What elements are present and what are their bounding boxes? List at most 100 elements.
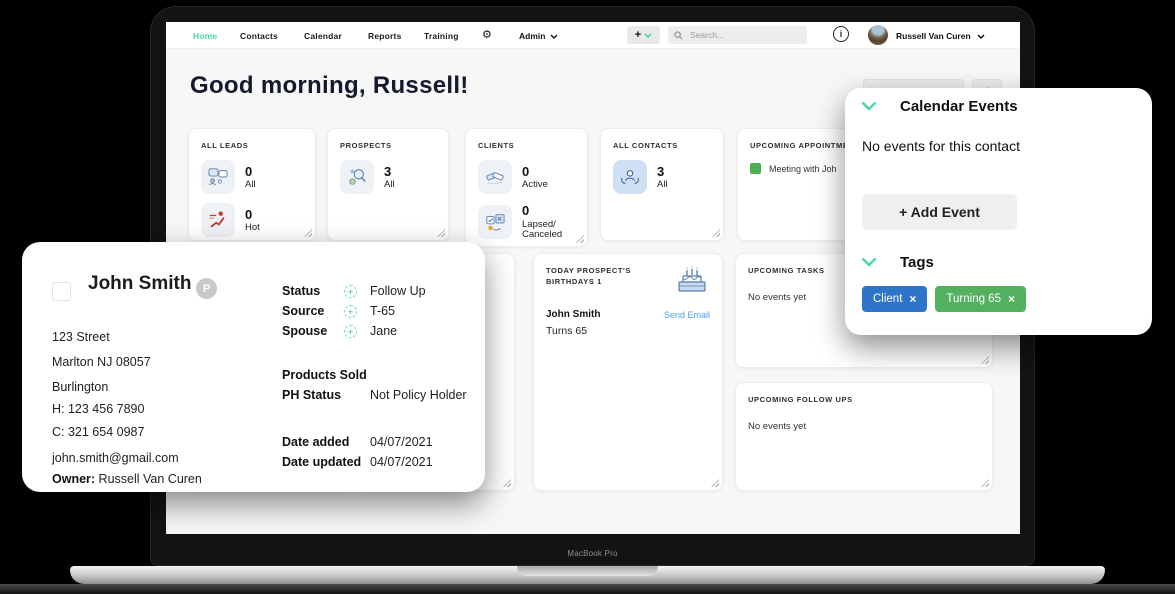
tags-toggle[interactable]: Tags [862,254,934,271]
resize-handle[interactable] [503,479,511,487]
hot-lead-runner-icon [201,203,235,237]
stat-all-leads-hot[interactable]: 0 Hot [201,203,303,237]
resize-handle[interactable] [981,479,989,487]
owner-value: Russell Van Curen [99,472,202,486]
nav-item-reports[interactable]: Reports [368,31,402,41]
page: Home Contacts Calendar Reports Training … [0,0,1175,594]
info-icon[interactable]: i [833,26,849,42]
address-line: Marlton NJ 08057 [52,355,151,369]
date-updated-label: Date updated [282,455,361,469]
event-label: Meeting with Joh [769,164,837,174]
nav-item-home[interactable]: Home [193,31,217,41]
resize-handle[interactable] [712,229,720,237]
address-line: 123 Street [52,330,110,344]
stat-card-clients: CLIENTS 0 Active 0 Lapsed/ Canceled [465,128,588,247]
field-label-spouse: Spouse [282,324,327,338]
prospect-search-icon [340,160,374,194]
date-added-value: 04/07/2021 [370,435,433,449]
stat-all-leads-all[interactable]: 0 All [201,160,303,194]
navbar: Home Contacts Calendar Reports Training … [166,22,1020,49]
stat-label: Lapsed/ Canceled [522,220,574,242]
stat-value: 0 [245,207,260,223]
panel-title: Calendar Events [900,98,1018,115]
stat-label: Hot [245,223,260,234]
stat-prospects-all[interactable]: 3 All [340,160,436,194]
empty-state-text: No events yet [748,421,980,432]
user-name: Russell Van Curen [896,31,971,41]
stat-card-all-contacts: ALL CONTACTS 3 All [600,128,724,241]
resize-handle[interactable] [981,356,989,364]
owner-label: Owner: [52,472,95,486]
card-upcoming-follow-ups: UPCOMING FOLLOW UPS No events yet [735,382,993,491]
tag-label: Turning 65 [946,293,1001,305]
birthday-cake-icon [674,265,710,295]
add-event-button[interactable]: + Add Event [862,194,1017,230]
chevron-down-icon [862,102,876,111]
field-label-source: Source [282,304,324,318]
tag-client[interactable]: Client × [862,286,927,312]
search-icon [674,31,683,40]
user-menu[interactable]: Russell Van Curen [896,31,985,41]
add-circle-icon[interactable]: + [344,325,357,338]
resize-handle[interactable] [576,235,584,243]
stat-label: All [245,180,256,191]
stat-label: Active [522,180,548,191]
field-value-source: T-65 [370,304,395,318]
stat-value: 3 [384,164,395,180]
nav-item-calendar[interactable]: Calendar [304,31,342,41]
card-title: ALL LEADS [201,140,303,151]
page-title: Good morning, Russell! [190,72,469,100]
resize-handle[interactable] [437,229,445,237]
birthday-detail: Turns 65 [546,325,710,337]
contact-checkbox[interactable] [52,282,71,301]
stat-value: 0 [522,203,574,219]
resize-handle[interactable] [711,479,719,487]
chevron-down-icon [644,33,652,38]
macbook-base-notch [517,566,658,576]
add-circle-icon[interactable]: + [344,305,357,318]
tag-turning-65[interactable]: Turning 65 × [935,286,1026,312]
card-title: TODAY PROSPECT'S BIRTHDAYS 1 [546,265,644,288]
calendar-events-toggle[interactable]: Calendar Events [862,98,1018,115]
ph-status-label: PH Status [282,388,341,402]
products-sold-label: Products Sold [282,368,367,382]
card-birthdays: TODAY PROSPECT'S BIRTHDAYS 1 John Smith … [533,253,723,491]
quick-add-button[interactable]: + [627,26,660,44]
nav-item-admin[interactable]: Admin [519,31,558,41]
chevron-down-icon [862,258,876,267]
admin-label: Admin [519,31,545,41]
settings-gear-icon[interactable]: ⚙ [482,28,492,41]
nav-item-contacts[interactable]: Contacts [240,31,278,41]
resize-handle[interactable] [304,229,312,237]
stat-value: 0 [245,164,256,180]
stat-card-all-leads: ALL LEADS 0 All 0 Hot [188,128,316,241]
stat-label: All [657,180,668,191]
field-value-status: Follow Up [370,284,426,298]
card-title: PROSPECTS [340,140,436,151]
tags-list: Client × Turning 65 × [862,286,1026,312]
event-color-square [750,163,761,174]
add-circle-icon[interactable]: + [344,285,357,298]
stat-contacts-all[interactable]: 3 All [613,160,711,194]
remove-tag-icon[interactable]: × [909,292,916,306]
nav-item-training[interactable]: Training [424,31,459,41]
handshake-icon [478,160,512,194]
birthday-entry: John Smith Send Email Turns 65 [546,309,710,337]
birthday-contact-link[interactable]: John Smith [546,309,600,320]
send-email-link[interactable]: Send Email [664,310,710,320]
stat-clients-active[interactable]: 0 Active [478,160,575,194]
phone-home: H: 123 456 7890 [52,402,144,416]
chevron-down-icon [550,34,558,39]
remove-tag-icon[interactable]: × [1008,292,1015,306]
no-events-text: No events for this contact [862,138,1020,154]
avatar[interactable] [868,25,888,45]
stat-value: 0 [522,164,548,180]
ph-status-value: Not Policy Holder [370,388,467,402]
stat-clients-lapsed[interactable]: 0 Lapsed/ Canceled [478,203,575,241]
search-box [668,26,807,44]
leads-chat-icon [201,160,235,194]
prospect-badge: P [196,278,217,299]
card-title: CLIENTS [478,140,575,151]
date-updated-value: 04/07/2021 [370,455,433,469]
search-input[interactable] [688,29,801,41]
